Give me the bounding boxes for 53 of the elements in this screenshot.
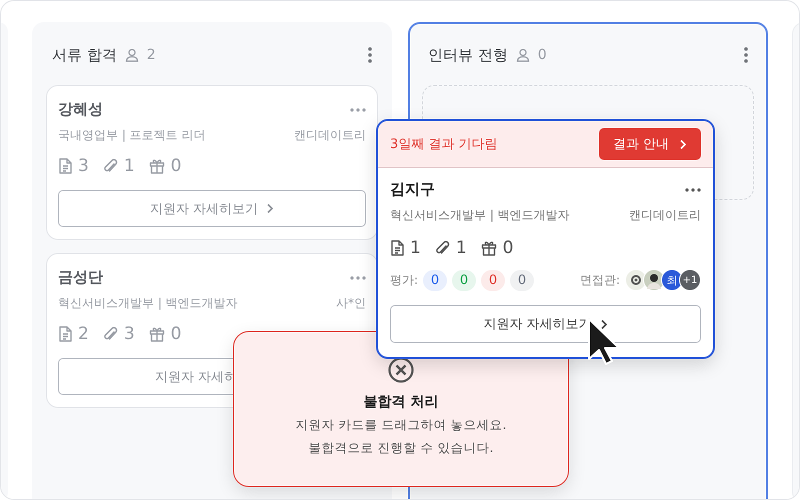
drop-zone-hint: 불합격으로 진행할 수 있습니다. [308, 440, 494, 457]
interviewer-label: 면접관: [580, 272, 620, 288]
source-text: 사*인 [336, 295, 366, 312]
paperclip-icon [102, 326, 118, 342]
candidate-count: 0 [538, 47, 547, 63]
drop-zone-hint: 지원자 카드를 드래그하여 놓으세요. [296, 417, 506, 434]
score-badge: 0 [452, 270, 476, 290]
document-icon [58, 158, 72, 174]
gift-icon [148, 326, 165, 342]
close-circle-icon [388, 357, 414, 383]
paperclip-icon [434, 240, 450, 256]
candidate-name: 김지구 [390, 180, 435, 199]
more-interviewers-count: +1 [679, 269, 701, 291]
kebab-menu-icon[interactable] [744, 47, 748, 63]
department-text: 혁신서비스개발부 | 백엔드개발자 [58, 295, 238, 312]
gift-count: 0 [502, 238, 514, 258]
document-count: 3 [78, 156, 89, 176]
gift-icon [480, 240, 497, 256]
chevron-right-icon [266, 203, 274, 214]
gift-count: 0 [170, 324, 182, 344]
document-icon [58, 326, 72, 342]
status-text: 3일째 결과 기다림 [390, 136, 498, 153]
person-icon [516, 48, 530, 62]
score-badge: 0 [423, 270, 448, 290]
more-icon[interactable] [685, 188, 701, 192]
source-text: 캔디데이트리 [629, 207, 701, 224]
result-notice-button[interactable]: 결과 안내 [598, 128, 701, 160]
column-title: 인터뷰 전형 [428, 46, 508, 64]
kebab-menu-icon[interactable] [368, 47, 372, 63]
attachment-count: 1 [124, 156, 135, 176]
document-count: 2 [78, 324, 89, 344]
gift-icon [148, 158, 165, 174]
department-text: 국내영업부 | 프로젝트 리더 [58, 127, 206, 144]
reject-drop-toast[interactable]: 불합격 처리 지원자 카드를 드래그하여 놓으세요. 불합격으로 진행할 수 있습니다. [233, 331, 569, 487]
candidate-name: 강혜성 [58, 100, 103, 119]
gift-count: 0 [170, 156, 182, 176]
score-badge: 0 [510, 270, 534, 290]
document-icon [390, 240, 404, 256]
department-text: 혁신서비스개발부 | 백엔드개발자 [390, 207, 570, 224]
document-count: 1 [410, 238, 421, 258]
chevron-right-icon [679, 138, 687, 150]
score-badge: 0 [481, 270, 506, 290]
source-text: 캔디데이트리 [294, 127, 366, 144]
candidate-count: 2 [146, 47, 156, 63]
chevron-right-icon [600, 318, 608, 330]
attachment-count: 3 [124, 324, 135, 344]
column-title: 서류 합격 [52, 46, 117, 64]
person-icon [124, 48, 139, 62]
evaluation-label: 평가: [390, 272, 418, 288]
paperclip-icon [102, 158, 118, 174]
candidate-name: 금성단 [58, 268, 103, 287]
attachment-count: 1 [456, 238, 467, 258]
avatar-initial: 최 [661, 269, 683, 291]
